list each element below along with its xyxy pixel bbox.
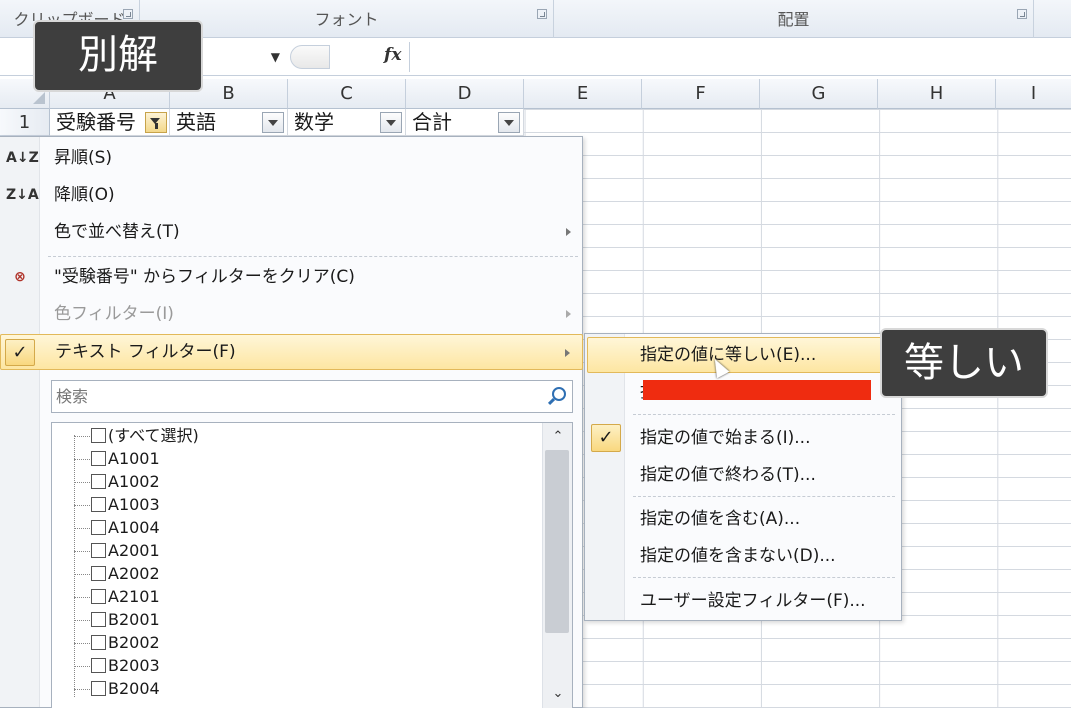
clear-filter-item[interactable]: ⊗ "受験番号" からフィルターをクリア(C): [0, 259, 583, 295]
text-filter-label: テキスト フィルター(F): [55, 342, 236, 362]
formula-buttons: fx: [290, 42, 410, 72]
color-filter-label: 色フィルター(I): [54, 304, 174, 324]
column-header-i[interactable]: I: [996, 79, 1071, 109]
clear-filter-icon: ⊗: [14, 269, 26, 285]
column-header-e[interactable]: E: [524, 79, 642, 109]
ends-with-item[interactable]: 指定の値で終わる(T)...: [585, 457, 901, 493]
does-not-contain-label: 指定の値を含まない(D)...: [640, 546, 836, 566]
submenu-arrow-icon: [566, 310, 571, 318]
sort-by-color-item[interactable]: 色で並べ替え(T): [0, 214, 583, 250]
checkbox-icon[interactable]: [91, 543, 106, 558]
sort-descending-icon: Z↓A: [6, 187, 39, 203]
contains-label: 指定の値を含む(A)...: [640, 509, 801, 529]
overlay-label-equals: 等しい: [880, 328, 1048, 398]
alignment-group-label: 配置: [777, 10, 810, 29]
text-filter-item[interactable]: ✓ テキスト フィルター(F): [0, 334, 583, 370]
checkbox-icon[interactable]: [91, 497, 106, 512]
row-header-1[interactable]: 1: [0, 109, 50, 136]
filter-button-d-icon[interactable]: [498, 112, 520, 133]
checkbox-icon[interactable]: [91, 428, 106, 443]
checkbox-icon[interactable]: [91, 658, 106, 673]
overlay-label-alternative: 別解: [33, 20, 203, 92]
checkbox-icon[interactable]: [91, 451, 106, 466]
list-item[interactable]: B2001: [74, 608, 160, 631]
list-item[interactable]: A1003: [74, 493, 160, 516]
column-header-d[interactable]: D: [406, 79, 524, 109]
filter-values-list[interactable]: (すべて選択) A1001 A1002 A1003 A1004 A2001 A2…: [51, 422, 573, 708]
column-header-g[interactable]: G: [760, 79, 878, 109]
checkbox-icon[interactable]: [91, 566, 106, 581]
list-scrollbar[interactable]: ⌃ ⌄: [542, 423, 572, 708]
color-filter-item[interactable]: 色フィルター(I): [0, 296, 583, 332]
submenu-separator: [633, 414, 895, 415]
redaction-bar: [643, 380, 871, 400]
filter-button-a-icon[interactable]: [145, 112, 167, 133]
checkbox-icon[interactable]: [91, 635, 106, 650]
sort-by-color-label: 色で並べ替え(T): [54, 222, 180, 242]
insert-function-icon[interactable]: fx: [384, 45, 401, 65]
filter-button-c-icon[interactable]: [380, 112, 402, 133]
sort-ascending-item[interactable]: A↓Z 昇順(S): [0, 140, 583, 176]
search-icon[interactable]: [552, 387, 566, 401]
ends-with-label: 指定の値で終わる(T)...: [640, 465, 816, 485]
list-item[interactable]: A1002: [74, 470, 160, 493]
submenu-arrow-icon: [565, 349, 570, 357]
filter-search-input[interactable]: 検索: [51, 380, 573, 413]
begins-with-check-icon: ✓: [591, 424, 621, 452]
checkbox-icon[interactable]: [91, 474, 106, 489]
custom-filter-label: ユーザー設定フィルター(F)...: [640, 591, 866, 611]
list-item[interactable]: A2002: [74, 562, 160, 585]
scrollbar-thumb[interactable]: [545, 450, 569, 633]
font-launcher-icon[interactable]: [537, 9, 547, 19]
clipboard-launcher-icon[interactable]: [123, 9, 133, 19]
column-header-c[interactable]: C: [288, 79, 406, 109]
sort-descending-label: 降順(O): [54, 185, 115, 205]
submenu-separator: [633, 577, 895, 578]
checkbox-icon[interactable]: [91, 589, 106, 604]
sort-ascending-label: 昇順(S): [54, 148, 113, 168]
column-header-h[interactable]: H: [878, 79, 996, 109]
list-item[interactable]: A1004: [74, 516, 160, 539]
equals-item[interactable]: 指定の値に等しい(E)...: [587, 337, 899, 373]
list-item[interactable]: A2101: [74, 585, 160, 608]
list-item-select-all[interactable]: (すべて選択): [74, 424, 199, 447]
sort-descending-item[interactable]: Z↓A 降順(O): [0, 177, 583, 213]
list-item[interactable]: B2004: [74, 677, 160, 700]
submenu-arrow-icon: [566, 228, 571, 236]
text-filter-submenu: 指定の値に等しい(E)... 指定の値に等しくない(N)... ✓ 指定の値で始…: [584, 333, 902, 621]
scroll-up-icon[interactable]: ⌃: [543, 425, 572, 449]
clear-filter-label: "受験番号" からフィルターをクリア(C): [54, 267, 355, 287]
list-item[interactable]: A2001: [74, 539, 160, 562]
checkbox-icon[interactable]: [91, 681, 106, 696]
equals-label: 指定の値に等しい(E)...: [640, 345, 817, 365]
list-item[interactable]: B2003: [74, 654, 160, 677]
checkbox-icon[interactable]: [91, 612, 106, 627]
filter-search-placeholder: 検索: [56, 387, 89, 406]
list-item[interactable]: A1001: [74, 447, 160, 470]
text-filter-check-icon: ✓: [5, 339, 35, 366]
list-item[interactable]: B2002: [74, 631, 160, 654]
scroll-down-icon[interactable]: ⌄: [543, 682, 572, 706]
checkbox-icon[interactable]: [91, 520, 106, 535]
filter-button-b-icon[interactable]: [262, 112, 284, 133]
custom-filter-item[interactable]: ユーザー設定フィルター(F)...: [585, 583, 901, 619]
autofilter-menu: A↓Z 昇順(S) Z↓A 降順(O) 色で並べ替え(T) ⊗ "受験番号" か…: [0, 136, 583, 708]
begins-with-label: 指定の値で始まる(I)...: [640, 428, 811, 448]
submenu-separator: [633, 496, 895, 497]
sort-ascending-icon: A↓Z: [6, 150, 39, 166]
contains-item[interactable]: 指定の値を含む(A)...: [585, 501, 901, 537]
menu-separator: [48, 256, 578, 257]
begins-with-item[interactable]: ✓ 指定の値で始まる(I)...: [585, 420, 901, 456]
expand-button[interactable]: [290, 45, 330, 69]
alignment-group: 配置: [554, 0, 1034, 38]
column-header-f[interactable]: F: [642, 79, 760, 109]
does-not-contain-item[interactable]: 指定の値を含まない(D)...: [585, 538, 901, 574]
alignment-launcher-icon[interactable]: [1017, 9, 1027, 19]
name-box-dropdown-icon[interactable]: ▼: [271, 50, 280, 64]
